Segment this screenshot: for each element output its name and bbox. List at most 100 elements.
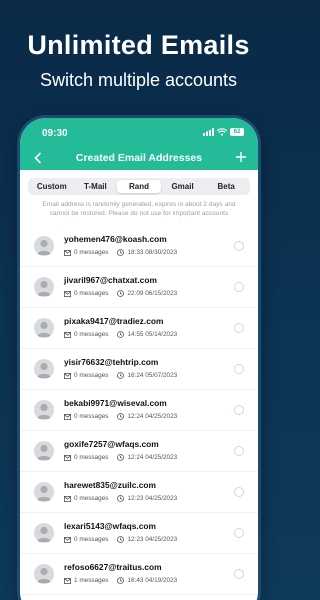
envelope-icon	[64, 454, 71, 461]
list-item[interactable]: pixaka9417@tradiez.com 0 messages 14:55 05…	[20, 308, 258, 349]
select-radio[interactable]	[234, 364, 244, 374]
tab-gmail[interactable]: Gmail	[161, 180, 205, 193]
envelope-icon	[64, 413, 71, 420]
message-count: 0 messages	[74, 372, 109, 379]
tab-custom[interactable]: Custom	[30, 180, 74, 193]
envelope-icon	[64, 290, 71, 297]
avatar	[34, 400, 54, 420]
notice-text: Email address is randomly generated, exp…	[42, 201, 236, 217]
created-timestamp: 12:23 04/25/2023	[127, 536, 178, 543]
page-title: Created Email Addresses	[75, 152, 203, 164]
envelope-icon	[64, 577, 71, 584]
clock-icon	[117, 331, 125, 338]
email-list: yohemen476@koash.com 0 messages 18:33 08/3…	[20, 226, 258, 595]
created-timestamp: 12:23 04/25/2023	[127, 495, 178, 502]
created-timestamp: 16:43 04/19/2023	[127, 577, 178, 584]
list-item[interactable]: yohemen476@koash.com 0 messages 18:33 08/3…	[20, 226, 258, 267]
avatar	[34, 441, 54, 461]
email-meta: 0 messages 14:55 05/14/2023	[64, 331, 177, 338]
envelope-icon	[64, 249, 71, 256]
select-radio[interactable]	[234, 323, 244, 333]
message-count: 0 messages	[74, 331, 109, 338]
message-count: 0 messages	[74, 495, 109, 502]
avatar	[34, 236, 54, 256]
user-icon	[37, 485, 51, 501]
avatar	[34, 564, 54, 584]
email-address: harewet835@zuilc.com	[64, 480, 156, 490]
clock-icon	[117, 495, 125, 502]
email-address: refoso6627@traitus.com	[64, 562, 162, 572]
user-icon	[37, 280, 51, 296]
message-count: 0 messages	[74, 454, 109, 461]
plus-icon	[236, 152, 246, 162]
tab-t-mail[interactable]: T-Mail	[74, 180, 118, 193]
envelope-icon	[64, 495, 71, 502]
email-meta: 0 messages 16:24 05/07/2023	[64, 372, 177, 379]
status-bar: 09:30 62	[20, 128, 258, 142]
created-timestamp: 12:24 04/25/2023	[127, 413, 178, 420]
user-icon	[37, 321, 51, 337]
user-icon	[37, 567, 51, 583]
email-meta: 0 messages 22:09 06/15/2023	[64, 290, 177, 297]
email-meta: 0 messages 12:23 04/25/2023	[64, 495, 177, 502]
email-address: yohemen476@koash.com	[64, 234, 167, 244]
signal-icon	[203, 128, 214, 136]
email-address: yisir76632@tehtrip.com	[64, 357, 159, 367]
select-radio[interactable]	[234, 528, 244, 538]
message-count: 0 messages	[74, 249, 109, 256]
created-timestamp: 16:24 05/07/2023	[127, 372, 178, 379]
message-count: 0 messages	[74, 290, 109, 297]
add-email-button[interactable]	[236, 149, 246, 166]
email-meta: 1 messages 16:43 04/19/2023	[64, 577, 177, 584]
message-count: 0 messages	[74, 413, 109, 420]
list-item[interactable]: goxife7257@wfaqs.com 0 messages 12:24 04/2…	[20, 431, 258, 472]
email-meta: 0 messages 12:24 04/25/2023	[64, 454, 177, 461]
status-time: 09:30	[42, 128, 68, 139]
created-timestamp: 18:33 08/30/2023	[127, 249, 178, 256]
clock-icon	[117, 536, 125, 543]
email-address: lexari5143@wfaqs.com	[64, 521, 156, 531]
list-item[interactable]: lexari5143@wfaqs.com 0 messages 12:23 04/2…	[20, 513, 258, 554]
email-meta: 0 messages 12:24 04/25/2023	[64, 413, 177, 420]
user-icon	[37, 526, 51, 542]
email-address: goxife7257@wfaqs.com	[64, 439, 159, 449]
email-address: pixaka9417@tradiez.com	[64, 316, 164, 326]
envelope-icon	[64, 372, 71, 379]
avatar	[34, 359, 54, 379]
user-icon	[37, 362, 51, 378]
provider-tabs: Custom T-Mail Rand Gmail Beta	[28, 178, 250, 195]
list-item[interactable]: harewet835@zuilc.com 0 messages 12:23 04/2…	[20, 472, 258, 513]
clock-icon	[117, 454, 125, 461]
email-address: bekabi9971@wiseval.com	[64, 398, 167, 408]
user-icon	[37, 444, 51, 460]
select-radio[interactable]	[234, 446, 244, 456]
clock-icon	[117, 577, 125, 584]
select-radio[interactable]	[234, 241, 244, 251]
list-item[interactable]: bekabi9971@wiseval.com 0 messages 12:24 04…	[20, 390, 258, 431]
battery-icon: 62	[230, 128, 244, 136]
list-item[interactable]: yisir76632@tehtrip.com 0 messages 16:24 05…	[20, 349, 258, 390]
envelope-icon	[64, 536, 71, 543]
list-item[interactable]: refoso6627@traitus.com 1 messages 16:43 04…	[20, 554, 258, 595]
clock-icon	[117, 413, 125, 420]
app-bar: 09:30 62 Created Email Addresses	[20, 118, 258, 170]
phone-frame: 09:30 62 Created Email Addresses Custom …	[20, 118, 258, 600]
status-icons: 62	[203, 128, 244, 136]
clock-icon	[117, 249, 125, 256]
select-radio[interactable]	[234, 282, 244, 292]
created-timestamp: 14:55 05/14/2023	[127, 331, 178, 338]
list-item[interactable]: jivaril967@chatxat.com 0 messages 22:09 06…	[20, 267, 258, 308]
clock-icon	[117, 372, 125, 379]
email-meta: 0 messages 12:23 04/25/2023	[64, 536, 177, 543]
user-icon	[37, 403, 51, 419]
avatar	[34, 482, 54, 502]
tab-beta[interactable]: Beta	[204, 180, 248, 193]
email-meta: 0 messages 18:33 08/30/2023	[64, 249, 177, 256]
tab-rand[interactable]: Rand	[117, 180, 161, 193]
select-radio[interactable]	[234, 487, 244, 497]
user-icon	[37, 239, 51, 255]
select-radio[interactable]	[234, 569, 244, 579]
avatar	[34, 318, 54, 338]
select-radio[interactable]	[234, 405, 244, 415]
created-timestamp: 12:24 04/25/2023	[127, 454, 178, 461]
